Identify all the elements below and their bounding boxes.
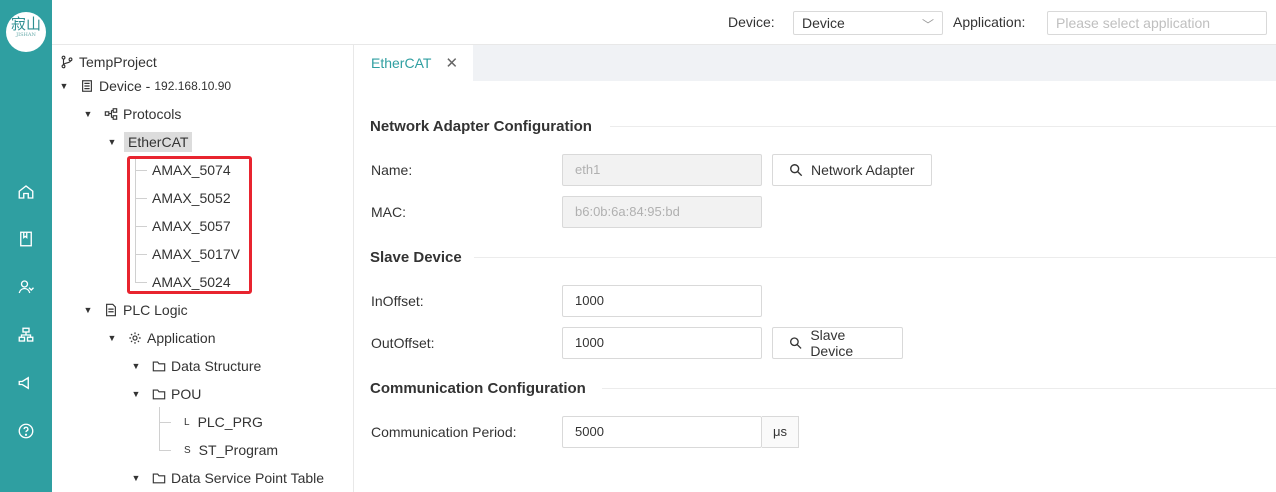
tree-label: Data Structure — [171, 358, 262, 374]
caret-down-icon[interactable]: ▼ — [130, 473, 142, 483]
outoffset-field[interactable]: 1000 — [562, 327, 762, 359]
st-prefix: S — [184, 444, 191, 456]
caret-down-icon[interactable]: ▼ — [106, 137, 118, 147]
caret-down-icon[interactable]: ▼ — [130, 389, 142, 399]
tree-label: PLC_PRG — [197, 414, 263, 430]
tree-label: PLC Logic — [123, 302, 188, 318]
device-ip: 192.168.10.90 — [154, 79, 232, 93]
announce-icon[interactable] — [14, 371, 38, 395]
button-label: Slave Device — [810, 327, 854, 359]
network-icon[interactable] — [14, 323, 38, 347]
application-placeholder: Please select application — [1056, 15, 1211, 31]
tab-strip: EtherCAT ✕ — [354, 45, 1276, 81]
top-bar: Device: Device ﹀ Application: Please sel… — [52, 0, 1276, 45]
caret-down-icon[interactable]: ▼ — [130, 361, 142, 371]
tree-node-protocols[interactable]: ▼ Protocols — [82, 102, 182, 126]
tree-label: ST_Program — [198, 442, 279, 458]
device-label: Device: — [728, 14, 775, 30]
device-select[interactable]: Device ﹀ — [793, 11, 943, 35]
logo-text: 寂山 — [10, 15, 41, 33]
section-divider — [602, 388, 1276, 389]
left-rail: 寂山 JISHAN — [0, 0, 52, 492]
users-icon[interactable] — [14, 275, 38, 299]
tree-label: Application — [147, 330, 216, 346]
caret-down-icon[interactable]: ▼ — [106, 333, 118, 343]
highlight-box — [127, 156, 252, 294]
branch-icon — [60, 55, 74, 69]
tree-node-project[interactable]: TempProject — [60, 50, 157, 74]
project-tree: TempProject ▼ Device - 192.168.10.90 ▼ P… — [52, 45, 354, 492]
inoffset-field[interactable]: 1000 — [562, 285, 762, 317]
tree-label: Protocols — [123, 106, 182, 122]
tree-label: TempProject — [79, 54, 157, 70]
search-icon — [790, 164, 803, 177]
slave-device-button[interactable]: Slave Device — [772, 327, 903, 359]
mac-field[interactable]: b6:0b:6a:84:95:bd — [562, 196, 762, 228]
device-select-value: Device — [802, 15, 845, 31]
tab-ethercat[interactable]: EtherCAT ✕ — [354, 45, 473, 81]
application-label: Application: — [953, 14, 1026, 30]
network-adapter-button[interactable]: Network Adapter — [772, 154, 932, 186]
tree-node-ethercat[interactable]: ▼ EtherCAT — [106, 130, 193, 154]
tab-label: EtherCAT — [371, 55, 432, 71]
tree-node-pou[interactable]: ▼ POU — [130, 382, 202, 406]
folder-icon — [152, 359, 166, 373]
section-title-comm: Communication Configuration — [370, 380, 586, 397]
tree-node-st-program[interactable]: S ST_Program — [184, 438, 278, 462]
tree-node-device[interactable]: ▼ Device - 192.168.10.90 — [58, 74, 232, 98]
protocols-icon — [104, 107, 118, 121]
search-icon — [789, 337, 802, 349]
tree-label: Data Service Point Table — [171, 470, 325, 486]
caret-down-icon[interactable]: ▼ — [82, 305, 94, 315]
name-label: Name: — [371, 162, 413, 178]
book-icon[interactable] — [14, 227, 38, 251]
tree-node-plc-logic[interactable]: ▼ PLC Logic — [82, 298, 188, 322]
tree-connector — [159, 422, 171, 423]
mac-label: MAC: — [371, 204, 406, 220]
inoffset-label: InOffset: — [371, 293, 424, 309]
section-title-network: Network Adapter Configuration — [370, 118, 592, 135]
unit-addon: μs — [762, 416, 799, 448]
comm-period-field[interactable]: 5000 — [562, 416, 762, 448]
home-icon[interactable] — [14, 180, 38, 204]
tree-node-data-service[interactable]: ▼ Data Service Point Table — [130, 466, 325, 490]
section-title-slave: Slave Device — [370, 249, 462, 266]
device-icon — [80, 79, 94, 93]
tree-node-application[interactable]: ▼ Application — [106, 326, 216, 350]
close-icon[interactable]: ✕ — [445, 54, 458, 72]
tree-label-selected: EtherCAT — [124, 132, 193, 152]
app-logo[interactable]: 寂山 JISHAN — [6, 12, 46, 52]
gear-icon — [128, 331, 142, 345]
tree-node-plc-prg[interactable]: L PLC_PRG — [184, 410, 263, 434]
folder-icon — [152, 387, 166, 401]
caret-down-icon[interactable]: ▼ — [82, 109, 94, 119]
tree-label: POU — [171, 386, 202, 402]
comm-period-label: Communication Period: — [371, 424, 517, 440]
ladder-prefix: L — [184, 416, 190, 428]
file-icon — [104, 303, 118, 317]
name-field[interactable]: eth1 — [562, 154, 762, 186]
caret-down-icon[interactable]: ▼ — [58, 81, 70, 91]
tree-connector — [159, 407, 160, 451]
button-label: Network Adapter — [811, 162, 915, 178]
outoffset-label: OutOffset: — [371, 335, 435, 351]
section-divider — [474, 257, 1276, 258]
section-divider — [610, 126, 1276, 127]
tree-node-data-structure[interactable]: ▼ Data Structure — [130, 354, 262, 378]
chevron-down-icon: ﹀ — [921, 18, 934, 32]
help-icon[interactable] — [14, 419, 38, 443]
application-select[interactable]: Please select application — [1047, 11, 1267, 35]
tree-connector — [159, 450, 171, 451]
tree-label: Device - — [99, 78, 151, 94]
folder-icon — [152, 471, 166, 485]
